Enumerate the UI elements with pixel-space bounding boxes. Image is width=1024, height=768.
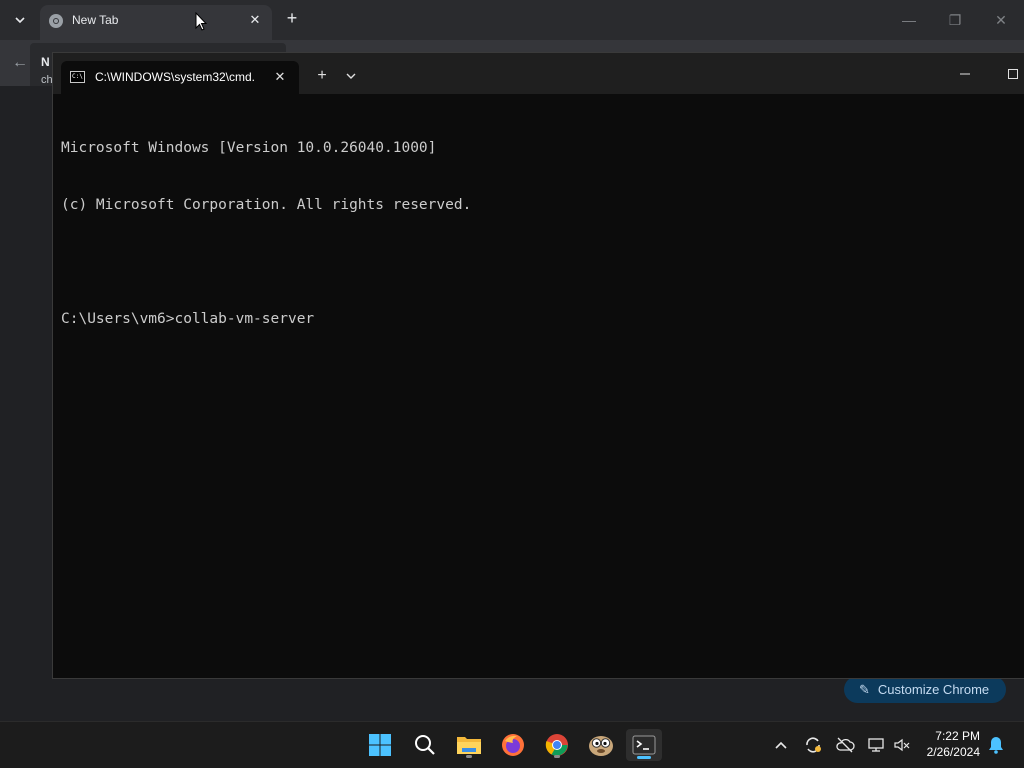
chrome-minimize-icon[interactable]: — xyxy=(897,10,921,30)
start-icon[interactable] xyxy=(364,729,396,761)
chrome-tab-title: New Tab xyxy=(72,13,119,27)
taskbar xyxy=(0,721,1024,768)
terminal-minimize-icon[interactable] xyxy=(953,65,977,83)
chrome-restore-icon[interactable]: ❐ xyxy=(943,10,967,30)
terminal-window: C:\ C:\WINDOWS\system32\cmd. ✕ + Microso… xyxy=(52,52,1024,679)
cloud-offline-icon[interactable] xyxy=(835,735,855,755)
terminal-line: Microsoft Windows [Version 10.0.26040.10… xyxy=(61,140,437,156)
popup-text-line1: N xyxy=(41,55,50,69)
terminal-icon[interactable] xyxy=(626,729,662,761)
terminal-output[interactable]: Microsoft Windows [Version 10.0.26040.10… xyxy=(61,101,1023,670)
running-indicator xyxy=(466,755,472,758)
chrome-favicon-icon xyxy=(49,14,63,28)
terminal-titlebar[interactable]: C:\ C:\WINDOWS\system32\cmd. ✕ + xyxy=(53,53,1024,94)
customize-chrome-label: Customize Chrome xyxy=(877,682,990,697)
chrome-tab-new-tab[interactable]: New Tab ✕ xyxy=(40,5,272,40)
terminal-dropdown-chevron-icon[interactable] xyxy=(342,67,360,85)
terminal-maximize-icon[interactable] xyxy=(1001,65,1024,83)
chrome-tabstrip: New Tab ✕ + — ❐ ✕ xyxy=(0,0,1024,40)
chrome-icon[interactable] xyxy=(541,729,573,761)
back-arrow-icon[interactable]: ← xyxy=(12,54,28,72)
running-indicator xyxy=(554,755,560,758)
pencil-icon: ✎ xyxy=(859,681,870,697)
terminal-prompt-line: C:\Users\vm6>collab-vm-server xyxy=(61,311,315,327)
notification-bell-icon[interactable] xyxy=(986,735,1006,755)
clock-time: 7:22 PM xyxy=(935,729,980,743)
chevron-up-icon[interactable] xyxy=(771,735,791,755)
pidgin-icon[interactable] xyxy=(585,729,617,761)
volume-muted-icon[interactable] xyxy=(892,735,912,755)
chrome-tab-close-icon[interactable]: ✕ xyxy=(246,11,264,29)
cmd-icon: C:\ xyxy=(70,71,85,83)
tab-search-chevron-icon[interactable] xyxy=(8,8,32,32)
terminal-tab-title: C:\WINDOWS\system32\cmd. xyxy=(95,70,256,84)
customize-chrome-button[interactable]: ✎ Customize Chrome xyxy=(844,676,1006,703)
clock-date: 2/26/2024 xyxy=(926,745,980,759)
terminal-new-tab-button[interactable]: + xyxy=(313,67,331,85)
active-indicator xyxy=(637,756,651,759)
taskbar-clock[interactable]: 7:22 PM 2/26/2024 xyxy=(920,728,980,760)
chrome-close-window-icon[interactable]: ✕ xyxy=(989,10,1013,30)
mouse-cursor-icon xyxy=(195,12,207,31)
terminal-tab-close-icon[interactable]: ✕ xyxy=(271,68,289,86)
chrome-new-tab-button[interactable]: + xyxy=(282,8,302,28)
terminal-line: (c) Microsoft Corporation. All rights re… xyxy=(61,197,472,213)
terminal-tab[interactable]: C:\ C:\WINDOWS\system32\cmd. ✕ xyxy=(61,61,299,94)
search-icon[interactable] xyxy=(409,729,441,761)
sync-icon[interactable] xyxy=(803,735,823,755)
file-explorer-icon[interactable] xyxy=(453,729,485,761)
popup-text-line2: ch xyxy=(41,74,53,86)
network-icon[interactable] xyxy=(867,735,887,755)
firefox-icon[interactable] xyxy=(497,729,529,761)
